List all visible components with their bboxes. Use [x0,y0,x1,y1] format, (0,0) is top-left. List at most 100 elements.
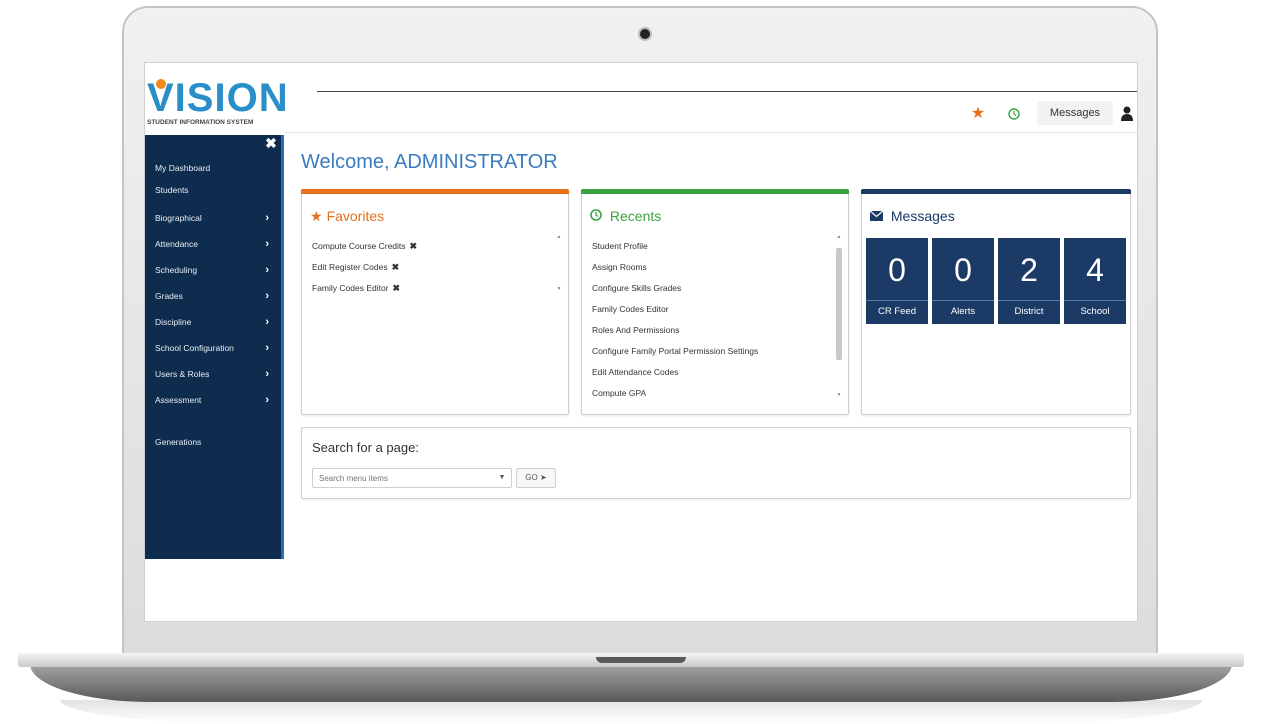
favorite-item-label: Edit Register Codes [312,262,388,272]
arrow-circle-icon: ➤ [539,473,547,482]
tile-divider [1064,300,1126,301]
favorites-list: Compute Course Credits ✖ Edit Register Co… [312,236,552,299]
recent-item[interactable]: Roles And Permissions [592,320,832,341]
favorites-star-icon[interactable]: ★ [967,103,989,125]
messages-title-text: Messages [890,208,955,224]
clock-icon [1008,108,1020,120]
dropdown-caret-icon[interactable]: ▼ [492,468,512,488]
tile-divider [866,300,928,301]
chevron-right-icon: › [265,316,269,328]
go-label: GO [525,473,538,482]
sidebar-item-label: School Configuration [155,343,234,353]
favorite-item-label: Compute Course Credits [312,241,406,251]
sidebar-item-generations[interactable]: Generations [145,431,281,453]
logo-dot [156,79,166,89]
go-button[interactable]: GO ➤ [516,468,556,488]
messages-panel: Messages 0 CR Feed 0 Alerts 2 District 4… [861,189,1131,415]
clock-icon [590,208,606,224]
scroll-up-icon[interactable]: ▲ [556,234,562,240]
message-tile-cr-feed[interactable]: 0 CR Feed [866,238,928,324]
favorites-accent-bar [301,189,569,194]
favorite-item[interactable]: Compute Course Credits ✖ [312,236,552,257]
recents-title-text: Recents [609,208,662,224]
recent-item[interactable]: Edit Attendance Codes [592,362,832,383]
recents-clock-icon[interactable] [1003,103,1025,125]
chevron-right-icon: › [265,238,269,250]
recent-item[interactable]: Configure Family Portal Permission Setti… [592,341,832,362]
message-tile-district[interactable]: 2 District [998,238,1060,324]
scroll-down-icon[interactable]: ▼ [836,392,842,398]
message-tile-alerts[interactable]: 0 Alerts [932,238,994,324]
recent-item[interactable]: Configure Skills Grades [592,278,832,299]
star-icon: ★ [310,208,323,224]
sidebar-edge [281,135,284,559]
sidebar-item-students[interactable]: Students [145,179,281,201]
messages-accent-bar [861,189,1131,194]
messages-button[interactable]: Messages [1037,101,1113,125]
sidebar-item-school-configuration[interactable]: School Configuration › [145,337,281,359]
sidebar-item-label: Scheduling [155,265,198,275]
header-divider [317,91,1137,92]
sidebar-close-icon[interactable]: ✖ [263,135,279,151]
tile-label: School [1080,306,1110,317]
sidebar-item-label: My Dashboard [155,163,211,173]
laptop-base [30,664,1232,702]
recents-panel: Recents Student Profile Assign Rooms Con… [581,189,849,415]
recent-item[interactable]: Assign Rooms [592,257,832,278]
chevron-right-icon: › [265,342,269,354]
sidebar-item-scheduling[interactable]: Scheduling › [145,259,281,281]
sidebar-item-label: Attendance [155,239,199,249]
chevron-right-icon: › [265,212,269,224]
tile-count: 0 [954,252,972,288]
sidebar-item-label: Discipline [155,317,192,327]
remove-favorite-icon[interactable]: ✖ [392,262,400,272]
sidebar-item-label: Biographical [155,213,202,223]
message-tile-school[interactable]: 4 School [1064,238,1126,324]
tile-label: CR Feed [877,306,916,317]
chevron-right-icon: › [265,394,269,406]
sidebar-item-label: Assessment [155,395,202,405]
sidebar-item-label: Generations [155,437,202,447]
search-input[interactable] [312,468,512,488]
chevron-right-icon: › [265,290,269,302]
search-panel: Search for a page: ▼ GO ➤ [301,427,1131,499]
envelope-icon [869,208,887,224]
screen: VISION STUDENT INFORMATION SYSTEM ★ Mess… [144,62,1138,622]
favorites-scrollbar[interactable]: ▲ ▼ [556,234,562,294]
logo-text: VISION [147,76,289,120]
camera [640,29,650,39]
sidebar-item-label: Students [155,185,189,195]
sidebar-item-users-roles[interactable]: Users & Roles › [145,363,281,385]
favorite-item-label: Family Codes Editor [312,283,389,293]
sidebar-item-my-dashboard[interactable]: My Dashboard [145,157,281,179]
remove-favorite-icon[interactable]: ✖ [393,283,401,293]
recents-accent-bar [581,189,849,194]
user-icon [1121,106,1133,121]
laptop-notch [596,657,686,663]
user-menu-button[interactable] [1121,103,1137,125]
favorites-title-text: Favorites [326,208,385,224]
recent-item[interactable]: Family Codes Editor [592,299,832,320]
favorite-item[interactable]: Edit Register Codes ✖ [312,257,552,278]
sidebar-item-assessment[interactable]: Assessment › [145,389,281,411]
chevron-right-icon: › [265,264,269,276]
search-title: Search for a page: [312,440,419,455]
scroll-down-icon[interactable]: ▼ [556,286,562,292]
recents-scrollbar[interactable]: ▲ ▼ [836,234,842,400]
sidebar-item-biographical[interactable]: Biographical › [145,207,281,229]
remove-favorite-icon[interactable]: ✖ [410,241,418,251]
recent-item[interactable]: Compute GPA [592,383,832,404]
chevron-right-icon: › [265,368,269,380]
tile-divider [998,300,1060,301]
tile-divider [932,300,994,301]
recents-scroll-thumb[interactable] [836,248,842,360]
recent-item[interactable]: Student Profile [592,236,832,257]
scroll-up-icon[interactable]: ▲ [836,234,842,240]
sidebar-item-grades[interactable]: Grades › [145,285,281,307]
favorites-title: ★ Favorites [310,208,384,225]
sidebar-item-attendance[interactable]: Attendance › [145,233,281,255]
favorite-item[interactable]: Family Codes Editor ✖ [312,278,552,299]
app-logo[interactable]: VISION STUDENT INFORMATION SYSTEM [147,76,289,127]
tile-label: District [1014,306,1044,317]
sidebar-item-discipline[interactable]: Discipline › [145,311,281,333]
